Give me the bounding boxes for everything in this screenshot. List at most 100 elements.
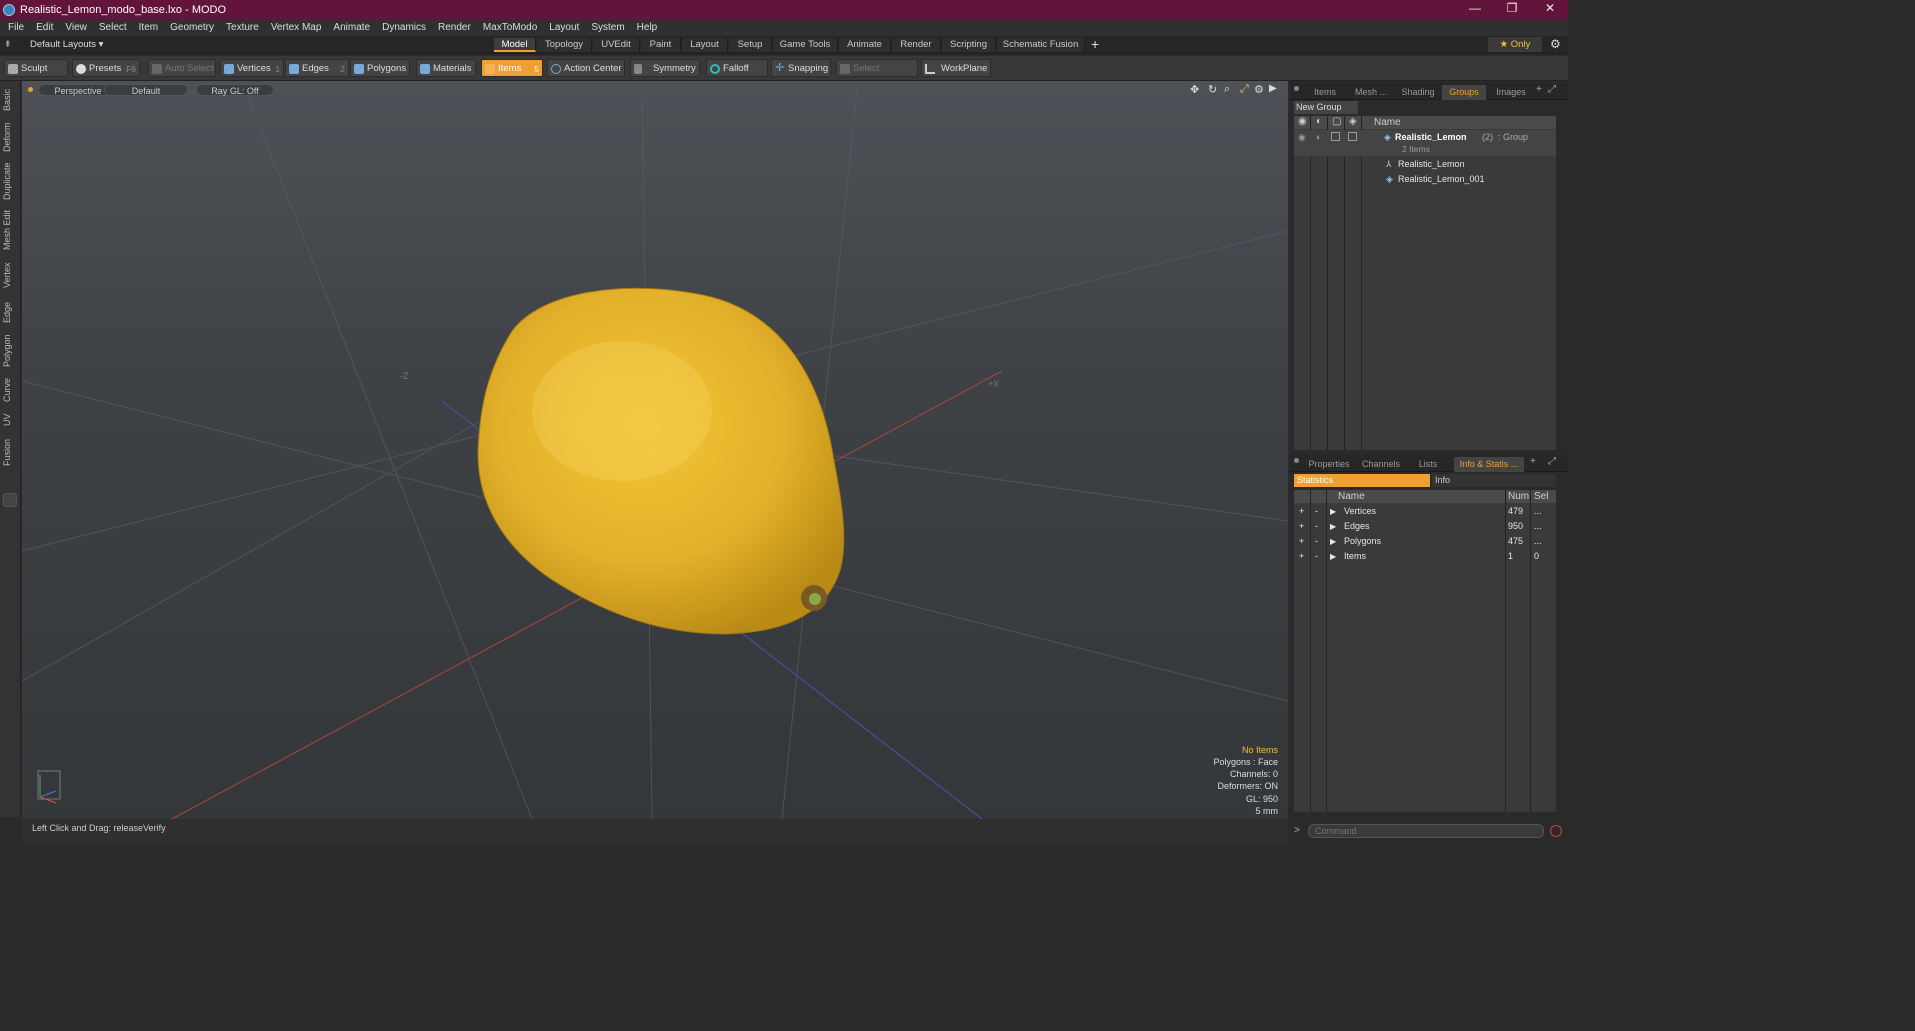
presets-button[interactable]: Presets F6 <box>72 59 140 77</box>
fit-icon[interactable]: ⤢ <box>1240 83 1249 96</box>
expand-arrow-icon[interactable]: ▶ <box>1330 549 1336 564</box>
raygl-toggle[interactable]: Ray GL: Off <box>196 84 274 96</box>
panel-expand-icon[interactable]: ⤢ <box>1548 84 1556 95</box>
menu-vertex-map[interactable]: Vertex Map <box>265 22 328 33</box>
vtab-edge[interactable]: Edge <box>2 297 18 327</box>
tab-images[interactable]: Images <box>1488 85 1534 100</box>
tab-groups[interactable]: Groups <box>1442 85 1486 100</box>
tab-model[interactable]: Model <box>494 38 536 52</box>
materials-button[interactable]: Materials <box>416 59 476 77</box>
tab-items[interactable]: Items <box>1304 85 1346 100</box>
polygons-button[interactable]: Polygons <box>350 59 410 77</box>
collapse-minus-icon[interactable]: - <box>1315 519 1318 534</box>
group-child-row[interactable]: ◈ Realistic_Lemon_001 <box>1362 172 1556 187</box>
tab-scripting[interactable]: Scripting <box>942 38 996 52</box>
tab-render[interactable]: Render <box>892 38 941 52</box>
menu-help[interactable]: Help <box>631 22 664 33</box>
info-subtab[interactable]: Info <box>1432 474 1556 487</box>
snapping-button[interactable]: ✛ Snapping <box>771 59 831 77</box>
vtab-curve[interactable]: Curve <box>2 374 18 406</box>
tab-paint[interactable]: Paint <box>641 38 681 52</box>
select-checkbox[interactable] <box>1348 132 1357 141</box>
menu-geometry[interactable]: Geometry <box>164 22 220 33</box>
tab-uvedit[interactable]: UVEdit <box>593 38 640 52</box>
menu-maxtomodo[interactable]: MaxToModo <box>477 22 543 33</box>
tab-topology[interactable]: Topology <box>537 38 592 52</box>
tab-schematic-fusion[interactable]: Schematic Fusion <box>997 38 1085 52</box>
menu-system[interactable]: System <box>585 22 630 33</box>
vtab-duplicate[interactable]: Duplicate <box>2 159 18 203</box>
vtab-polygon[interactable]: Polygon <box>2 331 18 371</box>
panel-menu-icon[interactable] <box>1294 86 1299 91</box>
menu-edit[interactable]: Edit <box>30 22 59 33</box>
menu-texture[interactable]: Texture <box>220 22 265 33</box>
command-history-icon[interactable] <box>1550 825 1562 837</box>
select-through-button[interactable]: Select Through <box>836 59 918 92</box>
expand-plus-icon[interactable]: + <box>1299 534 1304 549</box>
action-center-button[interactable]: Action Center <box>547 59 625 77</box>
stat-row[interactable]: + - ▶ Vertices 479 ... <box>1294 504 1556 519</box>
layout-menu-icon[interactable]: ⇞ <box>4 39 12 50</box>
tab-lists[interactable]: Lists <box>1408 457 1448 472</box>
collapse-minus-icon[interactable]: - <box>1315 549 1318 564</box>
expand-arrow-icon[interactable]: ▶ <box>1330 519 1336 534</box>
vtab-vertex[interactable]: Vertex <box>2 257 18 293</box>
viewport-dot-icon[interactable] <box>28 87 33 92</box>
menu-render[interactable]: Render <box>432 22 477 33</box>
vtab-mesh-edit[interactable]: Mesh Edit <box>2 207 18 253</box>
minimize-button[interactable]: — <box>1457 0 1493 19</box>
vtab-fusion[interactable]: Fusion <box>2 435 18 469</box>
tab-animate[interactable]: Animate <box>839 38 891 52</box>
tab-layout[interactable]: Layout <box>682 38 728 52</box>
symmetry-button[interactable]: Symmetry <box>630 59 700 77</box>
group-child-row[interactable]: ⅄ Realistic_Lemon <box>1362 157 1556 172</box>
group-row[interactable]: ◉ ◐ ◈ Realistic_Lemon (2) : Group 2 Item… <box>1294 130 1556 156</box>
stat-row[interactable]: + - ▶ Polygons 475 ... <box>1294 534 1556 549</box>
3d-viewport[interactable]: -Z +X Perspective Default Ray GL: Off ✥ … <box>22 81 1288 819</box>
expand-plus-icon[interactable]: + <box>1299 504 1304 519</box>
menu-file[interactable]: File <box>2 22 30 33</box>
panel-expand-icon[interactable]: ⤢ <box>1548 456 1556 467</box>
tab-info-statistics[interactable]: Info & Statis ... <box>1454 457 1524 472</box>
vtab-basic[interactable]: Basic <box>2 85 18 115</box>
panel-toggle-button[interactable] <box>3 493 17 507</box>
menu-dynamics[interactable]: Dynamics <box>376 22 432 33</box>
add-panel-tab-icon[interactable]: + <box>1530 456 1536 467</box>
vtab-uv[interactable]: UV <box>2 410 18 430</box>
collapse-minus-icon[interactable]: - <box>1315 504 1318 519</box>
zoom-icon[interactable]: ⌕ <box>1224 83 1230 96</box>
tab-setup[interactable]: Setup <box>729 38 772 52</box>
maximize-button[interactable]: ❐ <box>1494 0 1530 19</box>
tab-channels[interactable]: Channels <box>1356 457 1406 472</box>
rotate-icon[interactable]: ↻ <box>1208 83 1217 96</box>
vertices-button[interactable]: Vertices 1 <box>220 59 284 77</box>
items-button[interactable]: Items 5 <box>481 59 543 77</box>
edges-button[interactable]: Edges 2 <box>285 59 349 77</box>
visibility-eye-icon[interactable]: ◉ <box>1298 130 1306 145</box>
tab-shading[interactable]: Shading <box>1396 85 1440 100</box>
shading-dropdown[interactable]: Default <box>104 84 188 96</box>
tab-properties[interactable]: Properties <box>1304 457 1354 472</box>
lock-checkbox[interactable] <box>1331 132 1340 141</box>
new-group-button[interactable]: New Group <box>1294 101 1358 114</box>
expand-arrow-icon[interactable]: ▶ <box>1330 504 1336 519</box>
statistics-subtab[interactable]: Statistics <box>1294 474 1430 487</box>
only-toggle[interactable]: ★ Only <box>1488 37 1542 52</box>
menu-select[interactable]: Select <box>93 22 133 33</box>
falloff-button[interactable]: Falloff <box>706 59 768 77</box>
menu-view[interactable]: View <box>59 22 93 33</box>
vtab-deform[interactable]: Deform <box>2 119 18 155</box>
sculpt-button[interactable]: Sculpt <box>4 59 68 77</box>
viewport-settings-icon[interactable]: ⚙ <box>1254 83 1264 96</box>
add-tab-button[interactable]: + <box>1091 36 1099 52</box>
stat-row[interactable]: + - ▶ Edges 950 ... <box>1294 519 1556 534</box>
expand-arrow-icon[interactable]: ▶ <box>1330 534 1336 549</box>
render-toggle-icon[interactable]: ◐ <box>1316 130 1321 145</box>
auto-select-button[interactable]: Auto Select <box>148 59 216 77</box>
expand-plus-icon[interactable]: + <box>1299 549 1304 564</box>
stat-row[interactable]: + - ▶ Items 1 0 <box>1294 549 1556 564</box>
viewport-expand-icon[interactable]: ▶ <box>1269 83 1277 94</box>
panel-menu-icon[interactable] <box>1294 458 1299 463</box>
add-panel-tab-icon[interactable]: + <box>1536 84 1542 95</box>
tab-mesh[interactable]: Mesh ... <box>1348 85 1394 100</box>
